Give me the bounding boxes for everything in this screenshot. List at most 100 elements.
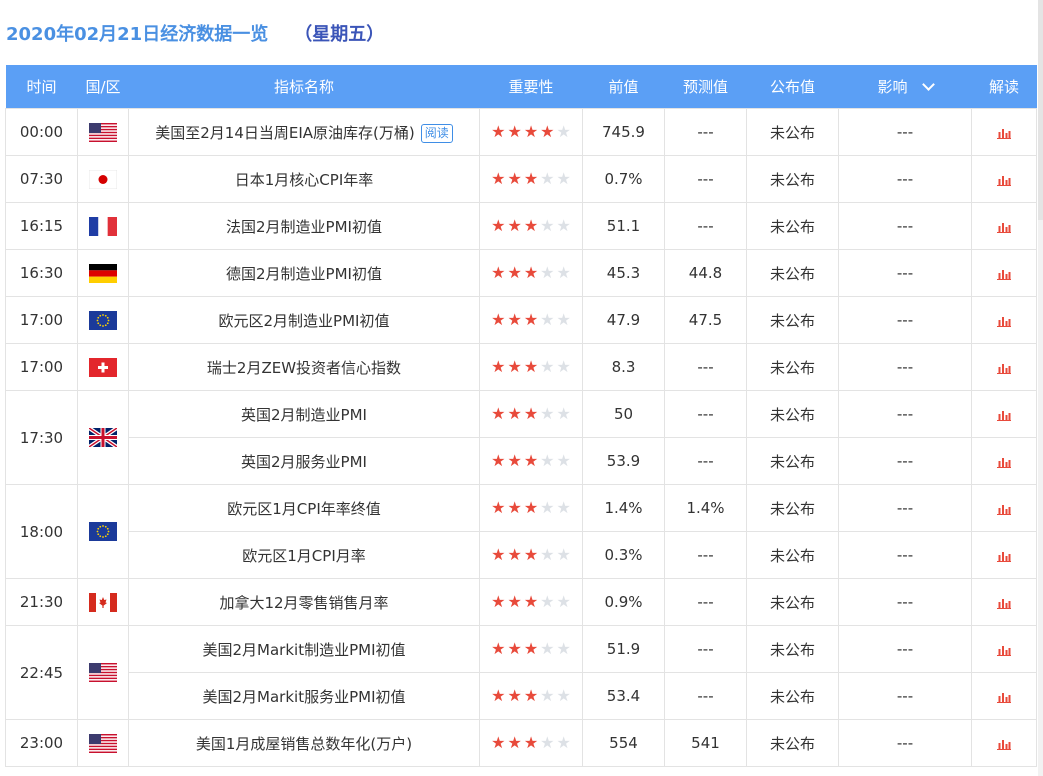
cell-indicator-name: 德国2月制造业PMI初值 — [128, 249, 480, 297]
cell-actual: 未公布 — [746, 531, 839, 579]
bar-chart-icon[interactable] — [997, 358, 1011, 376]
indicator-link[interactable]: 英国2月制造业PMI — [241, 406, 367, 424]
indicator-link[interactable]: 加拿大12月零售销售月率 — [219, 594, 388, 612]
bar-chart-icon[interactable] — [997, 687, 1011, 705]
cell-impact: --- — [838, 672, 972, 720]
star-icon: ★ — [556, 169, 571, 188]
bar-chart-icon[interactable] — [997, 452, 1011, 470]
importance-stars: ★ ★ ★ ★ ★ — [491, 547, 571, 563]
star-icon: ★ — [556, 545, 571, 564]
star-icon: ★ — [491, 639, 506, 658]
cell-prev: 53.9 — [582, 437, 665, 485]
star-icon: ★ — [540, 545, 555, 564]
indicator-link[interactable]: 欧元区1月CPI年率终值 — [227, 500, 381, 518]
bar-chart-icon[interactable] — [997, 217, 1011, 235]
cell-read[interactable] — [971, 202, 1037, 250]
indicator-link[interactable]: 美国至2月14日当周EIA原油库存(万桶) — [155, 124, 415, 142]
cell-indicator-name: 美国1月成屋销售总数年化(万户) — [128, 719, 480, 767]
cell-time: 23:00 — [5, 719, 78, 767]
cell-read[interactable] — [971, 719, 1037, 767]
star-icon: ★ — [523, 263, 539, 282]
scrollbar-track[interactable] — [1038, 0, 1043, 776]
cell-forecast: --- — [664, 390, 747, 438]
cell-time: 21:30 — [5, 578, 78, 626]
table-row: 00:00 美国至2月14日当周EIA原油库存(万桶) 阅读 ★ ★ ★ ★ ★ 745.9 --… — [5, 108, 1037, 156]
cell-importance: ★ ★ ★ ★ ★ — [479, 249, 583, 297]
cell-read[interactable] — [971, 672, 1037, 720]
bar-chart-icon[interactable] — [997, 499, 1011, 517]
star-icon: ★ — [491, 357, 506, 376]
cell-read[interactable] — [971, 531, 1037, 579]
indicator-link[interactable]: 瑞士2月ZEW投资者信心指数 — [207, 359, 401, 377]
cell-time: 22:45 — [5, 625, 78, 720]
bar-chart-icon[interactable] — [997, 170, 1011, 188]
indicator-link[interactable]: 美国2月Markit制造业PMI初值 — [203, 641, 406, 659]
bar-chart-icon[interactable] — [997, 405, 1011, 423]
importance-stars: ★ ★ ★ ★ ★ — [491, 594, 571, 610]
flag-us-icon — [89, 733, 117, 753]
star-icon: ★ — [540, 263, 555, 282]
cell-read[interactable] — [971, 625, 1037, 673]
cell-time: 17:00 — [5, 296, 78, 344]
star-icon: ★ — [556, 733, 571, 752]
bar-chart-icon[interactable] — [997, 311, 1011, 329]
cell-time: 17:00 — [5, 343, 78, 391]
star-icon: ★ — [491, 310, 506, 329]
indicator-link[interactable]: 欧元区1月CPI月率 — [242, 547, 366, 565]
indicator-link[interactable]: 德国2月制造业PMI初值 — [226, 265, 382, 283]
cell-read[interactable] — [971, 578, 1037, 626]
cell-forecast: --- — [664, 202, 747, 250]
star-icon: ★ — [507, 498, 522, 517]
chevron-down-icon[interactable] — [921, 78, 935, 91]
cell-country — [77, 202, 129, 250]
indicator-link[interactable]: 英国2月服务业PMI — [241, 453, 367, 471]
flag-ca-icon — [89, 592, 117, 612]
star-icon: ★ — [507, 310, 522, 329]
read-badge[interactable]: 阅读 — [420, 123, 453, 143]
flag-fr-icon — [89, 216, 117, 236]
star-icon: ★ — [507, 545, 522, 564]
cell-country — [77, 719, 129, 767]
star-icon: ★ — [540, 310, 555, 329]
indicator-link[interactable]: 欧元区2月制造业PMI初值 — [219, 312, 390, 330]
bar-chart-icon[interactable] — [997, 264, 1011, 282]
col-header-impact[interactable]: 影响 — [838, 65, 972, 109]
cell-read[interactable] — [971, 343, 1037, 391]
cell-read[interactable] — [971, 249, 1037, 297]
cell-read[interactable] — [971, 484, 1037, 532]
bar-chart-icon[interactable] — [997, 640, 1011, 658]
cell-actual: 未公布 — [746, 155, 839, 203]
cell-actual: 未公布 — [746, 437, 839, 485]
indicator-link[interactable]: 美国2月Markit服务业PMI初值 — [203, 688, 406, 706]
indicator-link[interactable]: 日本1月核心CPI年率 — [235, 171, 374, 189]
indicator-link[interactable]: 美国1月成屋销售总数年化(万户) — [196, 735, 412, 753]
bar-chart-icon[interactable] — [997, 546, 1011, 564]
cell-read[interactable] — [971, 390, 1037, 438]
cell-read[interactable] — [971, 155, 1037, 203]
cell-country — [77, 343, 129, 391]
indicator-link[interactable]: 法国2月制造业PMI初值 — [226, 218, 382, 236]
col-header-actual: 公布值 — [746, 65, 839, 109]
star-icon: ★ — [556, 639, 571, 658]
bar-chart-icon[interactable] — [997, 123, 1011, 141]
star-icon: ★ — [507, 216, 522, 235]
cell-time: 16:15 — [5, 202, 78, 250]
star-icon: ★ — [523, 122, 539, 141]
bar-chart-icon[interactable] — [997, 593, 1011, 611]
cell-impact: --- — [838, 249, 972, 297]
cell-indicator-name: 欧元区2月制造业PMI初值 — [128, 296, 480, 344]
cell-time: 18:00 — [5, 484, 78, 579]
cell-read[interactable] — [971, 108, 1037, 156]
cell-indicator-name: 欧元区1月CPI月率 — [128, 531, 480, 579]
bar-chart-icon[interactable] — [997, 734, 1011, 752]
table-row: 17:00 欧元区2月制造业PMI初值 ★ ★ ★ ★ ★ 47.9 47.5 未公布 --- — [5, 296, 1037, 344]
star-icon: ★ — [491, 451, 506, 470]
cell-indicator-name: 英国2月服务业PMI — [128, 437, 480, 485]
star-icon: ★ — [507, 263, 522, 282]
cell-read[interactable] — [971, 296, 1037, 344]
cell-actual: 未公布 — [746, 296, 839, 344]
cell-actual: 未公布 — [746, 390, 839, 438]
cell-read[interactable] — [971, 437, 1037, 485]
cell-country — [77, 578, 129, 626]
scrollbar-thumb[interactable] — [1038, 0, 1043, 220]
